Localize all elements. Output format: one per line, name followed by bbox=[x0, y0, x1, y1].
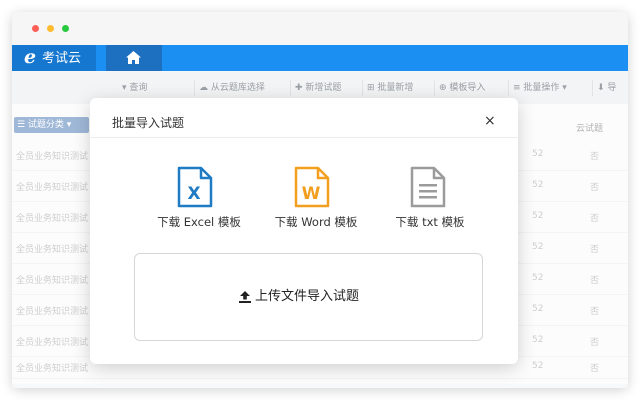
word-file-icon: W bbox=[294, 166, 330, 208]
upload-import-button[interactable]: 上传文件导入试题 bbox=[134, 253, 483, 341]
close-icon[interactable]: × bbox=[484, 113, 496, 129]
brand[interactable]: e 考试云 bbox=[12, 45, 96, 71]
tab-home[interactable] bbox=[106, 45, 162, 71]
dialog-divider bbox=[90, 137, 518, 138]
excel-letter: X bbox=[187, 184, 200, 204]
word-letter: W bbox=[302, 184, 321, 204]
close-window-button[interactable] bbox=[32, 25, 39, 32]
export-button[interactable]: ⬇ 导 bbox=[592, 80, 620, 96]
excel-file-icon: X bbox=[177, 166, 213, 208]
upload-label: 上传文件导入试题 bbox=[255, 289, 360, 304]
word-template-label: 下载 Word 模板 bbox=[274, 215, 358, 229]
template-import-button[interactable]: ⊕ 模板导入 bbox=[434, 80, 489, 96]
txt-template-label: 下载 txt 模板 bbox=[395, 215, 465, 229]
window-titlebar bbox=[12, 12, 628, 44]
upload-icon bbox=[239, 291, 251, 303]
download-word-template-button[interactable]: W 下载 Word 模板 bbox=[261, 166, 371, 236]
excel-template-label: 下载 Excel 模板 bbox=[157, 215, 241, 229]
download-txt-template-button[interactable]: 下载 txt 模板 bbox=[375, 166, 485, 236]
brand-logo-icon: e bbox=[24, 46, 37, 68]
brand-name: 考试云 bbox=[42, 51, 82, 66]
download-excel-template-button[interactable]: X 下载 Excel 模板 bbox=[144, 166, 254, 236]
home-icon bbox=[126, 51, 141, 64]
batch-operation-button[interactable]: ≡ 批量操作 ▾ bbox=[508, 80, 571, 96]
query-button[interactable]: ▾ 查询 bbox=[118, 80, 151, 96]
dialog-title: 批量导入试题 bbox=[112, 116, 185, 130]
maximize-window-button[interactable] bbox=[62, 25, 69, 32]
add-question-button[interactable]: ✚ 新增试题 bbox=[290, 80, 345, 96]
cloud-select-button[interactable]: ☁ 从云题库选择 bbox=[194, 80, 269, 96]
batch-add-button[interactable]: ⊞ 批量新增 bbox=[362, 80, 417, 96]
text-file-icon bbox=[410, 166, 446, 208]
minimize-window-button[interactable] bbox=[47, 25, 54, 32]
app-header: e 考试云 bbox=[12, 45, 628, 71]
